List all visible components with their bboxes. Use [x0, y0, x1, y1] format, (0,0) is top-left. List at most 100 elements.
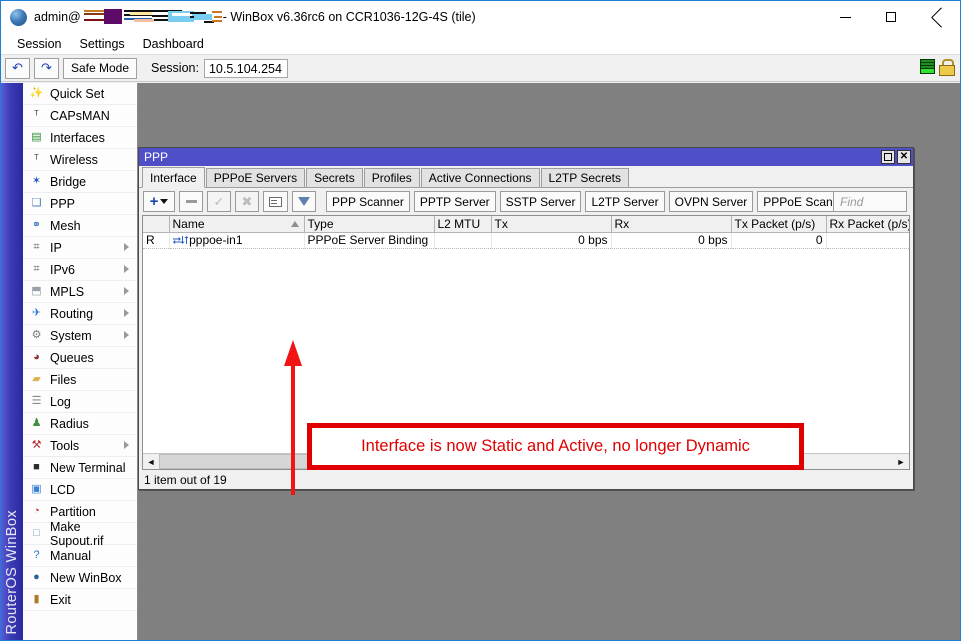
menu-item-dashboard[interactable]: Dashboard	[134, 35, 213, 53]
sidebar-item-mesh[interactable]: ⚭Mesh	[23, 215, 137, 237]
scroll-left-icon[interactable]: ◄	[143, 454, 159, 469]
interface-table: NameTypeL2 MTUTxRxTx Packet (p/s)Rx Pack…	[143, 216, 910, 249]
add-interface-button[interactable]: +	[143, 191, 175, 212]
sidebar-item-routing[interactable]: ✈Routing	[23, 303, 137, 325]
table-row[interactable]: R⮂⮃pppoe-in1PPPoE Server Binding0 bps0 b…	[143, 232, 910, 248]
sidebar-item-wireless[interactable]: ᵀWireless	[23, 149, 137, 171]
sidebar-item-label: Quick Set	[50, 87, 104, 101]
sidebar-item-label: IP	[50, 241, 62, 255]
sidebar-item-make-supout-rif[interactable]: □Make Supout.rif	[23, 523, 137, 545]
column-header-l2mtu[interactable]: L2 MTU	[434, 216, 491, 232]
sidebar-item-lcd[interactable]: ▣LCD	[23, 479, 137, 501]
ppp-close-button[interactable]: ✕	[897, 150, 911, 164]
sidebar-item-label: LCD	[50, 483, 75, 497]
tab-interface[interactable]: Interface	[142, 167, 205, 188]
redacted-hostname	[82, 7, 222, 27]
disable-interface-button[interactable]: ✖	[235, 191, 259, 212]
bidirectional-arrow-icon: ⮂⮃	[173, 235, 189, 247]
partition-icon: ◔	[28, 504, 45, 520]
tab-secrets[interactable]: Secrets	[306, 168, 363, 187]
system-gear-icon: ⚙	[28, 328, 45, 344]
column-header-flags[interactable]	[143, 216, 169, 232]
window-titlebar: admin@ - WinBox v6.36rc6 on CCR1	[1, 1, 960, 33]
sidebar-item-bridge[interactable]: ✶Bridge	[23, 171, 137, 193]
sidebar-item-ppp[interactable]: ❑PPP	[23, 193, 137, 215]
menu-item-settings[interactable]: Settings	[70, 35, 133, 53]
sidebar-item-label: Exit	[50, 593, 71, 607]
minimize-icon	[840, 17, 851, 18]
tab-pppoe-servers[interactable]: PPPoE Servers	[206, 168, 305, 187]
pppoe-scan-button[interactable]: PPPoE Scan	[757, 191, 838, 212]
tab-active-connections[interactable]: Active Connections	[421, 168, 540, 187]
submenu-chevron-icon	[124, 309, 129, 317]
interface-table-header-row: NameTypeL2 MTUTxRxTx Packet (p/s)Rx Pack…	[143, 216, 910, 232]
sidebar-item-label: CAPsMAN	[50, 109, 110, 123]
sidebar-item-system[interactable]: ⚙ System	[23, 325, 137, 347]
sidebar-item-manual[interactable]: ?Manual	[23, 545, 137, 567]
ovpn-server-button[interactable]: OVPN Server	[669, 191, 754, 212]
sidebar-item-files[interactable]: ▰Files	[23, 369, 137, 391]
chevron-down-icon	[160, 199, 168, 204]
enable-interface-button[interactable]: ✓	[207, 191, 231, 212]
submenu-chevron-icon	[124, 287, 129, 295]
find-input[interactable]: Find	[833, 191, 907, 212]
comment-icon	[269, 197, 282, 207]
column-header-txp[interactable]: Tx Packet (p/s)	[731, 216, 826, 232]
window-title-prefix: admin@	[34, 10, 81, 24]
column-header-rxp[interactable]: Rx Packet (p/s)	[826, 216, 910, 232]
sstp-server-button[interactable]: SSTP Server	[500, 191, 582, 212]
column-header-name[interactable]: Name	[169, 216, 304, 232]
window-title-suffix: - WinBox v6.36rc6 on CCR1036-12G-4S (til…	[223, 10, 476, 24]
column-header-rx[interactable]: Rx	[611, 216, 731, 232]
comment-button[interactable]	[263, 191, 288, 212]
ppp-window-titlebar[interactable]: PPP ✕	[139, 148, 913, 166]
sidebar-item-tools[interactable]: ⚒Tools	[23, 435, 137, 457]
sidebar-item-capsman[interactable]: ᵀCAPsMAN	[23, 105, 137, 127]
sidebar-item-label: IPv6	[50, 263, 75, 277]
cell-txp: 0	[731, 232, 826, 248]
undo-button[interactable]: ↶	[5, 58, 30, 79]
sidebar-item-queues[interactable]: ◕Queues	[23, 347, 137, 369]
sidebar-item-quick-set[interactable]: ✨Quick Set	[23, 83, 137, 105]
sidebar-brand-strip: RouterOS WinBox	[1, 83, 23, 640]
redo-button[interactable]: ↷	[34, 58, 59, 79]
sidebar: RouterOS WinBox ✨Quick SetᵀCAPsMAN▤Inter…	[1, 83, 138, 640]
sidebar-item-label: System	[50, 329, 92, 343]
maximize-button[interactable]	[868, 1, 914, 33]
column-header-type[interactable]: Type	[304, 216, 434, 232]
remove-interface-button[interactable]	[179, 191, 203, 212]
padlock-icon	[939, 59, 953, 74]
sidebar-item-ipv6[interactable]: ⌗IPv6	[23, 259, 137, 281]
menu-item-session[interactable]: Session	[8, 35, 70, 53]
ppp-window-title: PPP	[144, 150, 168, 164]
filter-button[interactable]	[292, 191, 316, 212]
sidebar-item-label: Radius	[50, 417, 89, 431]
session-address-field[interactable]: 10.5.104.254	[204, 59, 288, 78]
scroll-right-icon[interactable]: ►	[893, 454, 909, 469]
sidebar-item-new-winbox[interactable]: ●New WinBox	[23, 567, 137, 589]
close-button[interactable]	[914, 1, 960, 33]
cell-rxp: 0	[826, 232, 910, 248]
sidebar-item-label: Wireless	[50, 153, 98, 167]
ppp-maximize-button[interactable]	[881, 150, 895, 164]
desktop-area: PPP ✕ InterfacePPPoE ServersSecretsProfi…	[138, 83, 960, 640]
cell-type: PPPoE Server Binding	[304, 232, 434, 248]
sidebar-item-ip[interactable]: ⌗IP	[23, 237, 137, 259]
sidebar-item-exit[interactable]: ▮Exit	[23, 589, 137, 611]
plus-icon: +	[150, 194, 159, 209]
submenu-chevron-icon	[124, 331, 129, 339]
sidebar-item-radius[interactable]: ♟Radius	[23, 413, 137, 435]
sidebar-item-mpls[interactable]: ⬒MPLS	[23, 281, 137, 303]
sidebar-item-interfaces[interactable]: ▤Interfaces	[23, 127, 137, 149]
ppp-scanner-button[interactable]: PPP Scanner	[326, 191, 410, 212]
tab-profiles[interactable]: Profiles	[364, 168, 420, 187]
minimize-button[interactable]	[822, 1, 868, 33]
pptp-server-button[interactable]: PPTP Server	[414, 191, 496, 212]
sidebar-item-log[interactable]: ☰Log	[23, 391, 137, 413]
l2tp-server-button[interactable]: L2TP Server	[585, 191, 664, 212]
safe-mode-button[interactable]: Safe Mode	[63, 58, 137, 79]
column-header-tx[interactable]: Tx	[491, 216, 611, 232]
tab-l2tp-secrets[interactable]: L2TP Secrets	[541, 168, 629, 187]
sidebar-item-label: Files	[50, 373, 76, 387]
sidebar-item-new-terminal[interactable]: ■New Terminal	[23, 457, 137, 479]
